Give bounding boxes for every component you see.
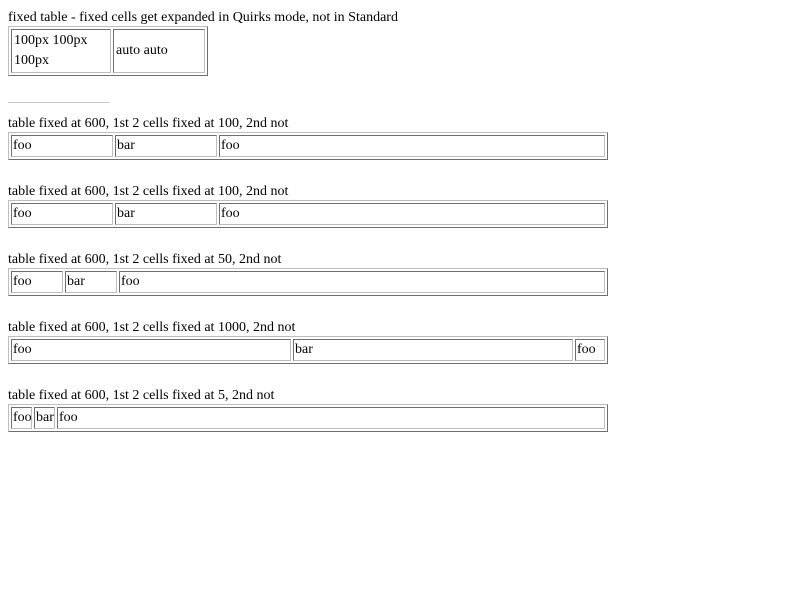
intro-table: 100px 100px 100px auto auto	[8, 26, 208, 76]
table-1: foo bar foo	[8, 132, 608, 160]
intro-cell-fixed: 100px 100px 100px	[11, 29, 111, 73]
table-2-caption: table fixed at 600, 1st 2 cells fixed at…	[8, 184, 289, 199]
table-1-cell-3: foo	[219, 135, 605, 157]
table-1-caption: table fixed at 600, 1st 2 cells fixed at…	[8, 116, 289, 131]
table-row: foo bar foo	[11, 135, 605, 157]
table-2: foo bar foo	[8, 200, 608, 228]
table-5: foo bar foo	[8, 404, 608, 432]
table-4-cell-1: foo	[11, 339, 291, 361]
table-row: foo bar foo	[11, 339, 605, 361]
table-2-cell-2: bar	[115, 203, 217, 225]
table-4-cell-3: foo	[575, 339, 605, 361]
table-row: foo bar foo	[11, 407, 605, 429]
table-3: foo bar foo	[8, 268, 608, 296]
table-5-caption: table fixed at 600, 1st 2 cells fixed at…	[8, 388, 275, 403]
table-4: foo bar foo	[8, 336, 608, 364]
table-3-caption: table fixed at 600, 1st 2 cells fixed at…	[8, 252, 282, 267]
table-5-cell-3: foo	[57, 407, 605, 429]
page: fixed table - fixed cells get expanded i…	[8, 9, 792, 432]
table-row: foo bar foo	[11, 203, 605, 225]
table-2-cell-3: foo	[219, 203, 605, 225]
table-3-cell-3: foo	[119, 271, 605, 293]
table-row: foo bar foo	[11, 271, 605, 293]
table-5-cell-1: foo	[11, 407, 32, 429]
table-1-cell-1: foo	[11, 135, 113, 157]
table-4-cell-2: bar	[293, 339, 573, 361]
intro-caption: fixed table - fixed cells get expanded i…	[8, 10, 398, 25]
table-2-cell-1: foo	[11, 203, 113, 225]
table-1-cell-2: bar	[115, 135, 217, 157]
table-4-caption: table fixed at 600, 1st 2 cells fixed at…	[8, 320, 296, 335]
table-5-cell-2: bar	[34, 407, 55, 429]
intro-cell-auto: auto auto	[113, 29, 205, 73]
table-3-cell-2: bar	[65, 271, 117, 293]
table-row: 100px 100px 100px auto auto	[11, 29, 205, 73]
table-3-cell-1: foo	[11, 271, 63, 293]
